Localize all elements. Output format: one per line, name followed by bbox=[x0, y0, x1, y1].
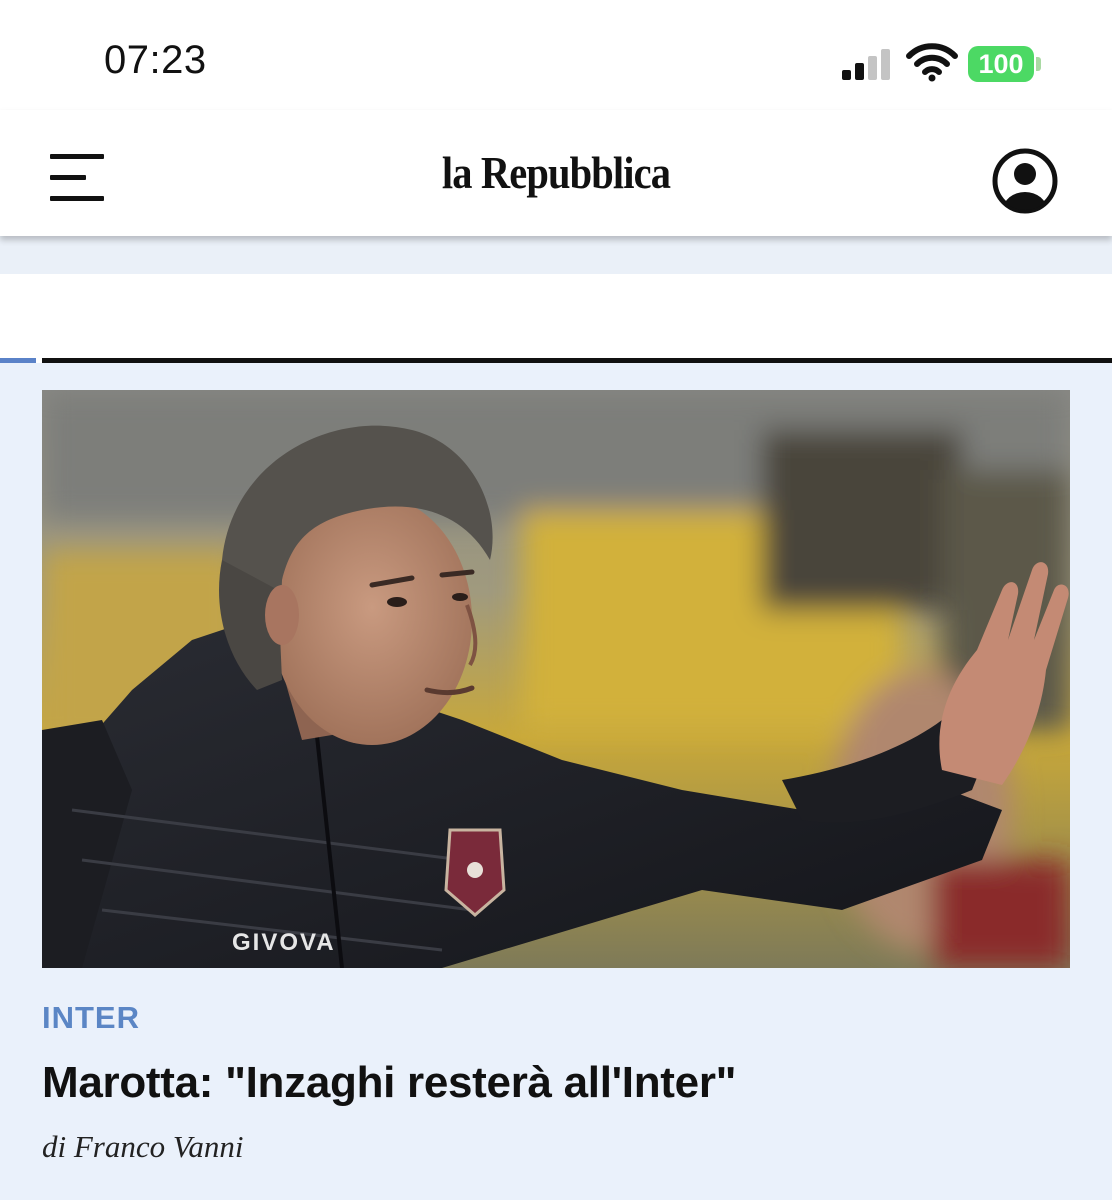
svg-text:GIVOVA: GIVOVA bbox=[232, 929, 336, 956]
battery-tip bbox=[1036, 57, 1041, 71]
article-category[interactable]: INTER bbox=[42, 1000, 140, 1036]
article-card[interactable]: GIVOVA INTER Marotta: "Inzaghi resterà a… bbox=[0, 363, 1112, 1200]
app-header: la Repubblica bbox=[0, 110, 1112, 236]
app-screen: 07:23 100 la Repubblica GIVOVA INTER Mar… bbox=[0, 0, 1112, 1200]
article-headline[interactable]: Marotta: "Inzaghi resterà all'Inter" bbox=[42, 1058, 737, 1108]
wifi-icon bbox=[906, 43, 958, 82]
signal-bars-icon bbox=[842, 48, 894, 80]
site-logo[interactable]: la Repubblica bbox=[67, 146, 1046, 199]
status-time: 07:23 bbox=[104, 38, 207, 82]
user-account-icon[interactable] bbox=[990, 146, 1060, 216]
battery-level: 100 bbox=[978, 49, 1024, 79]
header-spacer bbox=[0, 236, 1112, 274]
coach-photo-image[interactable]: GIVOVA bbox=[42, 390, 1070, 968]
section-nav-area bbox=[0, 274, 1112, 358]
status-bar: 07:23 100 bbox=[0, 0, 1112, 110]
battery-icon: 100 bbox=[968, 46, 1034, 82]
article-byline: di Franco Vanni bbox=[42, 1129, 244, 1164]
